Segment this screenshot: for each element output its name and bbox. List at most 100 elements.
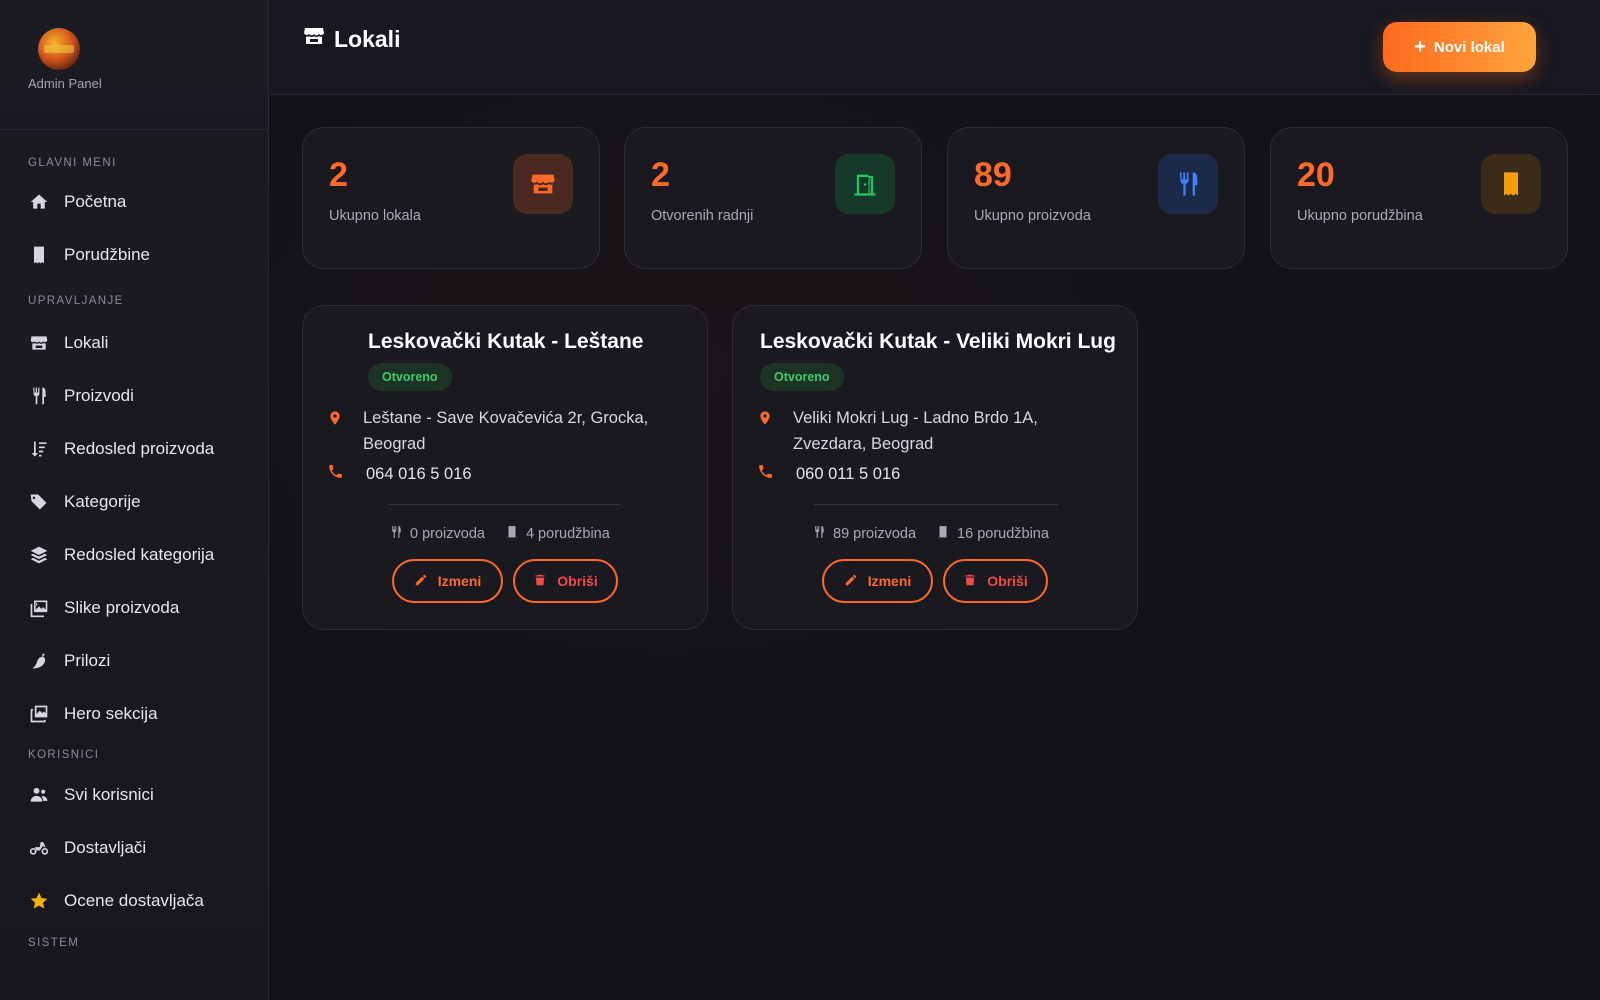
section-label-main: GLAVNI MENI <box>28 157 117 169</box>
sidebar-item-label: Redosled proizvoda <box>64 438 215 458</box>
section-label-management: UPRAVLJANJE <box>28 295 124 307</box>
divider <box>814 504 1058 505</box>
layers-icon <box>28 544 50 566</box>
sidebar-item-label: Slike proizvoda <box>64 597 180 617</box>
sidebar-item-orders[interactable]: Porudžbine <box>0 228 268 281</box>
home-icon <box>28 191 50 213</box>
sidebar-item-home[interactable]: Početna <box>0 175 268 228</box>
sidebar-item-lokali[interactable]: Lokali <box>0 316 268 369</box>
tags-icon <box>28 491 50 513</box>
main-content: 2 Ukupno lokala 2 Otvorenih radnji 89 Uk… <box>270 95 1600 1000</box>
edit-label: Izmeni <box>867 573 912 589</box>
sidebar-item-label: Lokali <box>64 332 109 352</box>
products-count-text: 0 proizvoda <box>410 526 485 542</box>
phone-icon <box>757 463 774 485</box>
delete-button[interactable]: Obriši <box>943 559 1048 603</box>
location-card: Leskovački Kutak - Veliki Mokri Lug Otvo… <box>732 305 1138 630</box>
location-name: Leskovački Kutak - Leštane <box>368 330 644 353</box>
location-card: Leskovački Kutak - Leštane Otvoreno Lešt… <box>302 305 708 630</box>
sidebar-item-product-images[interactable]: Slike proizvoda <box>0 581 268 634</box>
trash-icon <box>533 573 557 590</box>
address-line: Zvezdara, Beograd <box>793 435 934 453</box>
sidebar-item-label: Kategorije <box>64 491 141 511</box>
orders-count-text: 4 porudžbina <box>525 526 610 542</box>
orders-count: 4 porudžbina <box>505 524 610 544</box>
address-row: Leštane - Save Kovačevića 2r, Grocka, Be… <box>327 405 648 457</box>
store-icon <box>28 332 50 354</box>
phone-text[interactable]: 064 016 5 016 <box>366 465 472 484</box>
edit-icon <box>414 573 438 590</box>
address-line: Leštane - Save Kovačevića 2r, Grocka, <box>363 409 649 427</box>
brand: Admin Panel <box>0 0 268 130</box>
sidebar-item-label: Proizvodi <box>64 385 134 405</box>
brand-logo[interactable] <box>38 28 80 70</box>
location-meta: 0 proizvoda 4 porudžbina <box>389 524 630 544</box>
sidebar: Admin Panel GLAVNI MENI Početna Porudžbi… <box>0 0 269 1000</box>
products-count: 0 proizvoda <box>389 524 485 544</box>
stat-label: Ukupno lokala <box>329 208 421 224</box>
sidebar-item-all-users[interactable]: Svi korisnici <box>0 768 268 821</box>
store-icon <box>302 24 334 54</box>
products-count-text: 89 proizvoda <box>833 526 917 542</box>
new-location-button[interactable]: + Novi lokal <box>1383 22 1536 72</box>
edit-label: Izmeni <box>437 573 482 589</box>
sidebar-item-product-order[interactable]: Redosled proizvoda <box>0 422 268 475</box>
utensils-icon <box>812 524 833 544</box>
sort-icon <box>28 438 50 460</box>
location-actions: Izmeni Obriši <box>392 559 628 603</box>
status-badge: Otvoreno <box>368 363 452 391</box>
images-icon <box>28 597 50 619</box>
stat-value: 20 <box>1297 156 1335 194</box>
sidebar-item-label: Dostavljači <box>64 837 147 857</box>
page-title: Lokali <box>302 24 400 54</box>
sidebar-item-couriers[interactable]: Dostavljači <box>0 821 268 874</box>
star-icon <box>28 890 50 912</box>
section-label-system: SISTEM <box>28 937 80 949</box>
sidebar-item-categories[interactable]: Kategorije <box>0 475 268 528</box>
stat-value: 89 <box>974 156 1012 194</box>
receipt-icon <box>1481 154 1541 214</box>
edit-button[interactable]: Izmeni <box>822 559 933 603</box>
utensils-icon <box>1158 154 1218 214</box>
phone-row: 060 011 5 016 <box>757 463 900 485</box>
edit-button[interactable]: Izmeni <box>392 559 503 603</box>
sidebar-item-label: Prilozi <box>64 650 111 670</box>
photo-film-icon <box>28 703 50 725</box>
phone-icon <box>327 463 344 485</box>
page-title-text: Lokali <box>334 25 401 52</box>
phone-row: 064 016 5 016 <box>327 463 472 485</box>
address-line: Beograd <box>363 435 426 453</box>
stat-value: 2 <box>651 156 670 194</box>
sidebar-item-addons[interactable]: Prilozi <box>0 634 268 687</box>
motorcycle-icon <box>28 837 50 859</box>
divider <box>389 504 621 505</box>
sidebar-item-proizvodi[interactable]: Proizvodi <box>0 369 268 422</box>
stat-card-total-locations: 2 Ukupno lokala <box>302 127 600 269</box>
stat-label: Ukupno proizvoda <box>974 208 1091 224</box>
sidebar-item-hero[interactable]: Hero sekcija <box>0 687 268 740</box>
receipt-icon <box>505 524 526 544</box>
address-text: Leštane - Save Kovačevića 2r, Grocka, Be… <box>363 405 648 457</box>
stat-card-open-stores: 2 Otvorenih radnji <box>624 127 922 269</box>
sidebar-item-courier-ratings[interactable]: Ocene dostavljača <box>0 874 268 927</box>
plus-icon: + <box>1414 36 1426 58</box>
stat-label: Ukupno porudžbina <box>1297 208 1423 224</box>
location-name: Leskovački Kutak - Veliki Mokri Lug <box>760 330 1116 353</box>
sidebar-item-label: Svi korisnici <box>64 784 154 804</box>
receipt-icon <box>936 524 957 544</box>
sidebar-item-label: Porudžbine <box>64 244 151 264</box>
phone-text[interactable]: 060 011 5 016 <box>796 465 900 484</box>
sidebar-item-label: Ocene dostavljača <box>64 890 204 910</box>
store-icon <box>513 154 573 214</box>
trash-icon <box>963 573 987 590</box>
sidebar-item-label: Hero sekcija <box>64 703 158 723</box>
delete-button[interactable]: Obriši <box>513 559 618 603</box>
sidebar-item-category-order[interactable]: Redosled kategorija <box>0 528 268 581</box>
new-location-label: Novi lokal <box>1433 38 1505 56</box>
door-open-icon <box>835 154 895 214</box>
users-icon <box>28 784 50 806</box>
stat-card-total-orders: 20 Ukupno porudžbina <box>1270 127 1568 269</box>
orders-count: 16 porudžbina <box>936 524 1049 544</box>
delete-label: Obriši <box>987 573 1028 589</box>
products-count: 89 proizvoda <box>812 524 916 544</box>
